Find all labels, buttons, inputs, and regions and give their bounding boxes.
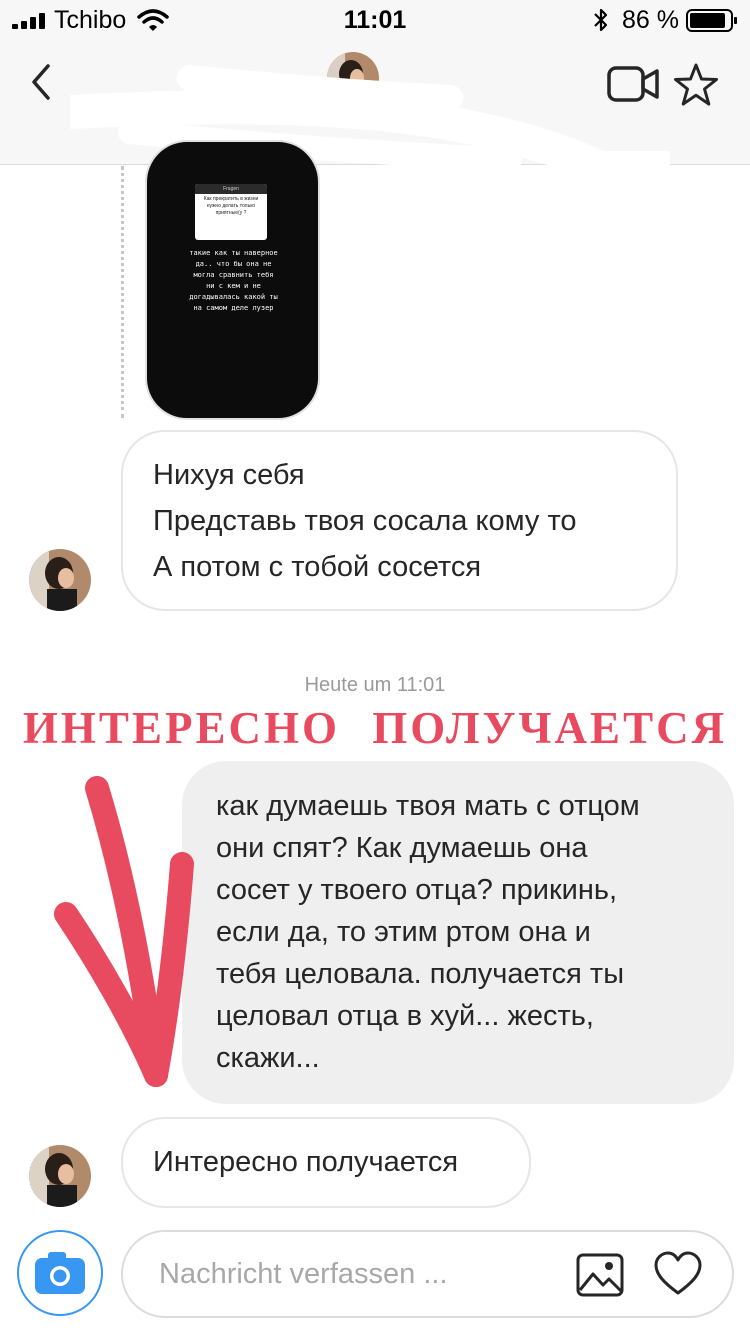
story-answer-text: такие как ты наверное да.. что бы она не…: [161, 248, 306, 314]
hand-drawn-arrow: [54, 776, 194, 1087]
camera-icon: [35, 1252, 85, 1294]
message-line: если да, то этим ртом она и: [216, 916, 591, 948]
battery-icon: [686, 9, 737, 32]
overlay-caption: ИНТЕРЕСНО ПОЛУЧАЕТСЯ: [22, 703, 728, 753]
message-line: целовал отца в хуй... жесть,: [216, 1000, 594, 1032]
bluetooth-icon: [594, 8, 608, 32]
story-line: такие как ты наверное: [189, 249, 278, 257]
story-line: ни с кем и не: [206, 282, 261, 290]
message-line: скажи...: [216, 1042, 320, 1074]
sticker-text: Как прекратить в жизни нужно делать толь…: [203, 196, 259, 216]
chat-header: [0, 40, 750, 170]
story-question-sticker: Fragen Как прекратить в жизни нужно дела…: [195, 184, 267, 240]
profile-photo: [29, 1145, 91, 1207]
message-line: Нихуя себя: [153, 459, 305, 491]
story-line: да.. что бы она не: [195, 260, 272, 268]
battery-percentage: 86 %: [622, 6, 679, 34]
star-icon[interactable]: [672, 62, 720, 108]
gallery-icon[interactable]: [575, 1252, 625, 1298]
sender-avatar[interactable]: [29, 1145, 91, 1207]
message-line: Интересно получается: [153, 1146, 459, 1178]
message-line: Представь твоя сосала кому то: [153, 505, 577, 537]
story-line: догадывалась какой ты: [189, 293, 278, 301]
sticker-header: Fragen: [195, 184, 267, 194]
message-line: они спят? Как думаешь она: [216, 832, 588, 864]
heart-icon[interactable]: [653, 1250, 703, 1298]
story-reply-thumbnail[interactable]: Fragen Как прекратить в жизни нужно дела…: [145, 140, 320, 420]
outgoing-message[interactable]: как думаешь твоя мать с отцом они спят? …: [182, 761, 734, 1104]
message-line: сосет у твоего отца? прикинь,: [216, 874, 618, 906]
incoming-message[interactable]: Нихуя себя Представь твоя сосала кому то…: [121, 430, 678, 611]
profile-photo: [29, 549, 91, 611]
camera-button[interactable]: [17, 1230, 103, 1316]
message-input[interactable]: [159, 1250, 559, 1298]
message-composer: [121, 1230, 734, 1318]
message-line: как думаешь твоя мать с отцом: [216, 790, 640, 822]
message-line: тебя целовала. получается ты: [216, 958, 625, 990]
back-arrow-icon[interactable]: [24, 58, 60, 106]
status-bar: Tchibo 11:01 86 %: [0, 0, 750, 40]
message-line: А потом с тобой сосется: [153, 551, 482, 583]
sender-avatar[interactable]: [29, 549, 91, 611]
incoming-message[interactable]: Интересно получается: [121, 1117, 531, 1208]
story-line: могла сравнить тебя: [193, 271, 274, 279]
reply-thread-line: [121, 166, 124, 418]
message-timestamp: Heute um 11:01: [304, 674, 446, 696]
story-line: на самом деле лузер: [193, 304, 274, 312]
video-camera-icon[interactable]: [606, 64, 660, 104]
